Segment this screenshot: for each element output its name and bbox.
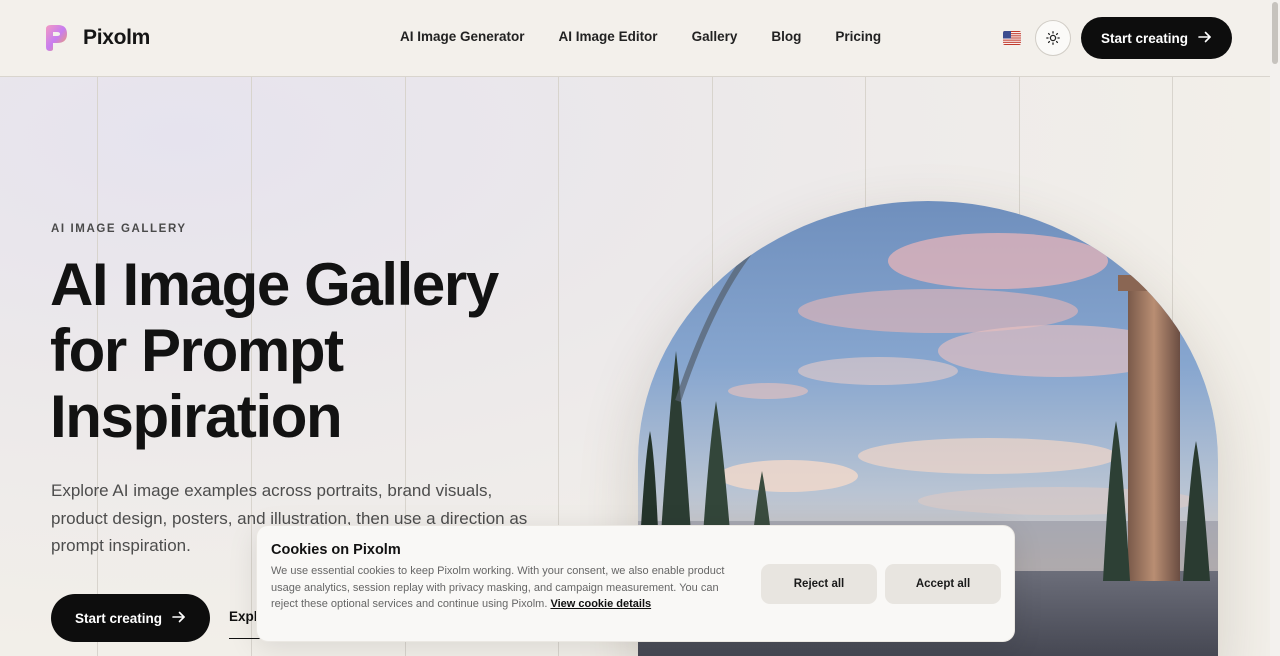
hero-title: AI Image Gallery for Prompt Inspiration [50, 252, 570, 450]
page-scrollbar[interactable] [1270, 0, 1280, 656]
nav-ai-image-generator[interactable]: AI Image Generator [400, 29, 525, 44]
cookie-body: We use essential cookies to keep Pixolm … [271, 565, 725, 611]
hero-title-line: Inspiration [50, 383, 343, 450]
sun-icon [1046, 31, 1060, 45]
start-creating-header-button[interactable]: Start creating [1081, 17, 1232, 59]
pixolm-logo-icon [46, 25, 67, 51]
cookie-title: Cookies on Pixolm [271, 542, 401, 558]
nav-ai-image-editor[interactable]: AI Image Editor [559, 29, 658, 44]
scrollbar-thumb[interactable] [1272, 2, 1278, 64]
reject-all-button[interactable]: Reject all [761, 564, 877, 604]
theme-toggle-button[interactable] [1035, 20, 1071, 56]
hero-title-line: AI Image Gallery [50, 251, 499, 318]
hero-title-line: for Prompt [50, 317, 344, 384]
hero-eyebrow: AI IMAGE GALLERY [51, 223, 187, 235]
brand-logo[interactable]: Pixolm [42, 24, 150, 52]
arrow-right-icon [172, 610, 186, 627]
brand-name: Pixolm [83, 26, 151, 49]
main-nav: AI Image Generator AI Image Editor Galle… [400, 29, 915, 44]
nav-blog[interactable]: Blog [771, 29, 801, 44]
cookie-text: We use essential cookies to keep Pixolm … [271, 563, 733, 613]
start-creating-hero-button[interactable]: Start creating [51, 594, 210, 642]
start-creating-label: Start creating [1100, 30, 1189, 46]
start-creating-label: Start creating [74, 610, 163, 626]
site-header: Pixolm AI Image Generator AI Image Edito… [0, 0, 1270, 77]
cookie-banner: Cookies on Pixolm We use essential cooki… [256, 525, 1015, 642]
nav-gallery[interactable]: Gallery [692, 29, 738, 44]
nav-pricing[interactable]: Pricing [835, 29, 881, 44]
arrow-right-icon [1198, 30, 1212, 47]
language-flag-icon[interactable] [1003, 31, 1021, 45]
cookie-details-link[interactable]: View cookie details [550, 598, 651, 610]
accept-all-button[interactable]: Accept all [885, 564, 1001, 604]
